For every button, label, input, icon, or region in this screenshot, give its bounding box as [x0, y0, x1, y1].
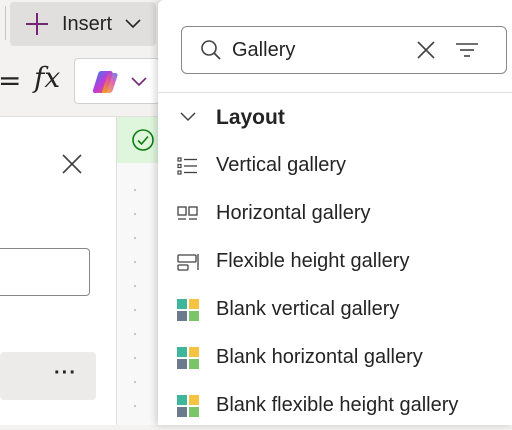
list-item-label: Flexible height gallery [216, 250, 410, 272]
copilot-icon [92, 71, 118, 93]
insert-label: Insert [62, 12, 113, 35]
list-item-horizontal-gallery[interactable]: Horizontal gallery [158, 190, 512, 238]
blank-horizontal-gallery-icon [177, 347, 199, 369]
clear-icon[interactable] [414, 38, 438, 62]
list-item-blank-horizontal-gallery[interactable]: Blank horizontal gallery [158, 334, 512, 382]
horizontal-gallery-icon [177, 206, 198, 220]
list-item-flexible-height-gallery[interactable]: Flexible height gallery [158, 238, 512, 286]
list-item-label: Vertical gallery [216, 154, 347, 176]
vertical-gallery-icon [177, 157, 197, 175]
more-options-icon[interactable]: ··· [54, 362, 77, 385]
panel-text-field[interactable] [0, 248, 90, 296]
insert-button[interactable]: Insert [10, 2, 156, 46]
blank-vertical-gallery-icon [177, 299, 199, 321]
list-item-blank-flexible-height-gallery[interactable]: Blank flexible height gallery [158, 382, 512, 430]
list-item-label: Blank flexible height gallery [216, 394, 459, 416]
filter-icon[interactable] [454, 38, 480, 62]
section-title-layout[interactable]: Layout [216, 106, 285, 130]
list-item-label: Blank vertical gallery [216, 298, 400, 320]
search-icon [201, 40, 221, 60]
plus-icon [26, 13, 48, 35]
flexible-height-gallery-icon [177, 254, 199, 271]
equals-sign: = [0, 64, 22, 97]
copilot-button[interactable] [74, 58, 160, 104]
blank-flexible-height-gallery-icon [177, 395, 199, 417]
close-icon[interactable] [60, 152, 84, 176]
checkmark-circle-icon [132, 129, 154, 151]
list-item-blank-vertical-gallery[interactable]: Blank vertical gallery [158, 286, 512, 334]
toolbar-divider [5, 6, 6, 40]
canvas-grid-dots [133, 178, 137, 425]
canvas-area [117, 117, 160, 425]
divider [158, 92, 512, 93]
chevron-down-icon [125, 19, 141, 29]
chevron-down-icon[interactable] [178, 107, 198, 127]
fx-icon[interactable]: fx [34, 61, 60, 94]
list-item-label: Horizontal gallery [216, 202, 371, 224]
chevron-down-icon [131, 77, 147, 87]
search-input[interactable] [232, 36, 402, 64]
list-item-label: Blank horizontal gallery [216, 346, 423, 368]
list-item-vertical-gallery[interactable]: Vertical gallery [158, 142, 512, 190]
panel-list-row[interactable] [0, 352, 96, 400]
